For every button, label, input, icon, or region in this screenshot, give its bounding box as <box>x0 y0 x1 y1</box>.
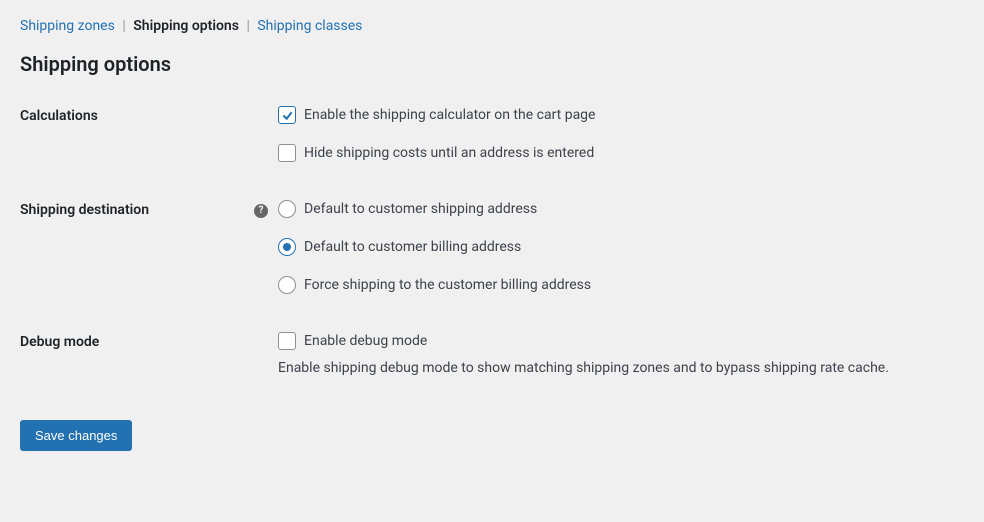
tab-separator: | <box>246 18 249 34</box>
label-hide-costs[interactable]: Hide shipping costs until an address is … <box>304 145 594 161</box>
label-calculations: Calculations <box>20 106 278 124</box>
label-enable-calculator[interactable]: Enable the shipping calculator on the ca… <box>304 107 595 123</box>
checkbox-enable-calculator[interactable] <box>278 106 296 124</box>
help-icon[interactable]: ? <box>254 204 268 218</box>
row-destination: Shipping destination ? Default to custom… <box>20 200 964 294</box>
label-debug: Debug mode <box>20 332 278 350</box>
checkbox-hide-costs[interactable] <box>278 144 296 162</box>
row-debug: Debug mode Enable debug mode Enable ship… <box>20 332 964 376</box>
label-ship-shipping-address[interactable]: Default to customer shipping address <box>304 201 537 217</box>
subtabs: Shipping zones | Shipping options | Ship… <box>20 18 964 34</box>
label-ship-billing-address[interactable]: Default to customer billing address <box>304 239 521 255</box>
radio-force-billing-address[interactable] <box>278 276 296 294</box>
tab-shipping-options[interactable]: Shipping options <box>133 18 239 34</box>
label-force-billing-address[interactable]: Force shipping to the customer billing a… <box>304 277 591 293</box>
radio-ship-billing-address[interactable] <box>278 238 296 256</box>
radio-ship-shipping-address[interactable] <box>278 200 296 218</box>
check-icon <box>281 109 294 122</box>
debug-description: Enable shipping debug mode to show match… <box>278 360 964 376</box>
label-destination: Shipping destination <box>20 202 149 218</box>
label-enable-debug[interactable]: Enable debug mode <box>304 333 427 349</box>
row-calculations: Calculations Enable the shipping calcula… <box>20 106 964 162</box>
tab-shipping-zones[interactable]: Shipping zones <box>20 18 115 34</box>
checkbox-enable-debug[interactable] <box>278 332 296 350</box>
tab-separator: | <box>122 18 125 34</box>
tab-shipping-classes[interactable]: Shipping classes <box>257 18 362 34</box>
save-button[interactable]: Save changes <box>20 420 132 451</box>
page-title: Shipping options <box>20 52 964 76</box>
